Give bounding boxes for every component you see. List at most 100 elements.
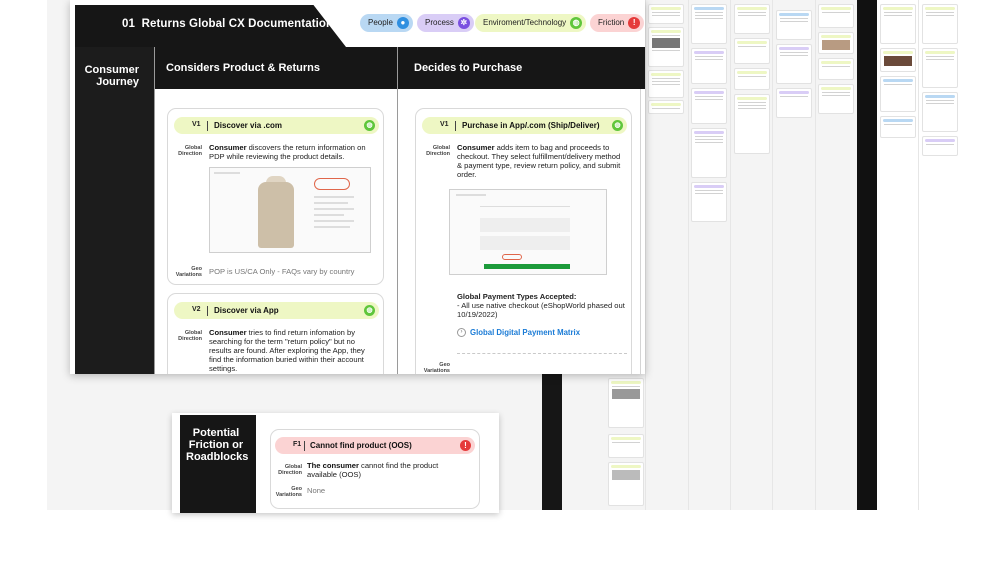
card-discover-app[interactable]: V2 Discover via App ◍ Global Direction C… <box>167 293 384 374</box>
mini-card <box>608 434 644 458</box>
legend-environment-label: Enviroment/Technology <box>483 18 567 27</box>
mini-column <box>815 0 816 510</box>
checkout-screenshot <box>449 189 607 275</box>
payment-heading: Global Payment Types Accepted: <box>457 292 577 301</box>
mini-card <box>922 136 958 156</box>
mini-card <box>734 38 770 64</box>
card-chip: V1 Discover via .com ◍ <box>174 117 379 134</box>
screenshot-product <box>258 182 294 248</box>
row-label-journey: Consumer Journey <box>84 64 139 88</box>
card-code: F1 <box>293 441 302 448</box>
row-label-column <box>75 47 154 374</box>
screenshot-form <box>480 218 570 232</box>
mini-column <box>730 0 731 510</box>
mini-card <box>691 182 727 222</box>
mini-card <box>880 76 916 112</box>
legend-environment: Enviroment/Technology ◍ <box>475 14 587 32</box>
card-geo: POP is US/CA Only - FAQs vary by country <box>209 267 355 276</box>
globe-icon: ◍ <box>364 120 375 131</box>
mini-card <box>734 68 770 90</box>
chip-separator <box>455 121 456 131</box>
mini-card <box>922 48 958 88</box>
label-geo-variations: Geo Variations <box>175 266 202 278</box>
card-actor: Consumer <box>209 143 247 152</box>
screenshot-button <box>484 264 570 269</box>
card-chip: V2 Discover via App ◍ <box>174 302 379 319</box>
card-purchase[interactable]: V1 Purchase in App/.com (Ship/Deliver) ◍… <box>415 108 632 374</box>
column-header-row <box>75 47 645 89</box>
journey-board[interactable]: 01 Returns Global CX Documentation Peopl… <box>70 0 645 374</box>
mini-card <box>818 32 854 54</box>
board-title-text: Returns Global CX Documentation <box>141 18 334 30</box>
mini-card <box>691 88 727 124</box>
board-title: 01 Returns Global CX Documentation <box>122 18 333 30</box>
label-global-direction: Global Direction <box>178 330 202 342</box>
chip-separator <box>304 441 305 451</box>
link-arrow-icon: › <box>457 328 466 337</box>
globe-icon: ◍ <box>364 305 375 316</box>
label-global-direction: Global Direction <box>278 464 302 476</box>
column-divider <box>397 47 398 374</box>
card-geo: None <box>307 486 326 495</box>
screenshot-form <box>480 236 570 250</box>
screenshot-highlight <box>314 178 350 190</box>
mini-card <box>648 100 684 114</box>
label-geo-variations: Geo Variations <box>275 486 302 498</box>
person-icon: ● <box>396 17 409 29</box>
minimap-board <box>600 0 960 510</box>
mini-card <box>922 4 958 44</box>
column-divider <box>154 47 155 374</box>
screenshot-highlight <box>502 254 522 260</box>
card-title: Discover via App <box>214 306 279 315</box>
card-code: V1 <box>192 121 201 128</box>
screenshot-line <box>456 194 486 196</box>
alert-icon: ! <box>628 17 641 29</box>
payment-matrix-link[interactable]: Global Digital Payment Matrix <box>470 328 580 337</box>
mini-card <box>776 44 812 84</box>
card-body: Consumer tries to find return infomation… <box>209 328 379 373</box>
card-body: The consumer cannot find the product ava… <box>307 461 457 479</box>
mini-card <box>608 462 644 506</box>
label-global-direction: Global Direction <box>426 145 450 157</box>
mini-card <box>608 378 644 428</box>
friction-board[interactable]: Potential Friction or Roadblocks F1 Cann… <box>172 413 499 513</box>
mini-card <box>691 48 727 84</box>
mini-card <box>734 94 770 154</box>
label-geo-variations: Geo Variations <box>423 362 450 374</box>
payment-text: - All use native checkout (eShopWorld ph… <box>457 301 625 319</box>
legend-process-label: Process <box>425 18 454 27</box>
card-code: V2 <box>192 306 201 313</box>
canvas[interactable]: 01 Returns Global CX Documentation Peopl… <box>0 0 1000 563</box>
column-title-considers: Considers Product & Returns <box>166 62 321 74</box>
screenshot-line <box>314 208 354 210</box>
card-title: Purchase in App/.com (Ship/Deliver) <box>462 121 600 130</box>
mini-card <box>880 4 916 44</box>
mini-card <box>922 92 958 132</box>
legend-process: Process ✲ <box>417 14 474 32</box>
mini-card <box>734 4 770 34</box>
middle-dark-strip <box>542 370 562 510</box>
column-title-decides: Decides to Purchase <box>414 62 523 74</box>
screenshot-line <box>480 206 570 207</box>
card-actor: Consumer <box>209 328 247 337</box>
screenshot-line <box>314 202 348 204</box>
globe-icon: ◍ <box>612 120 623 131</box>
mini-column <box>918 0 919 510</box>
card-actor: The consumer <box>307 461 359 470</box>
mini-card <box>818 84 854 114</box>
screenshot-line <box>214 172 240 174</box>
legend-people-label: People <box>368 18 393 27</box>
mini-card <box>818 4 854 28</box>
label-global-direction: Global Direction <box>178 145 202 157</box>
card-title: Cannot find product (OOS) <box>310 441 412 450</box>
mini-card <box>776 88 812 118</box>
mini-card <box>776 10 812 40</box>
mini-card <box>880 116 916 138</box>
card-title: Discover via .com <box>214 121 283 130</box>
mini-card <box>648 4 684 24</box>
card-chip: F1 Cannot find product (OOS) ! <box>275 437 475 454</box>
chip-separator <box>207 121 208 131</box>
card-discover-com[interactable]: V1 Discover via .com ◍ Global Direction … <box>167 108 384 285</box>
mini-card <box>818 58 854 80</box>
mini-card <box>880 48 916 72</box>
